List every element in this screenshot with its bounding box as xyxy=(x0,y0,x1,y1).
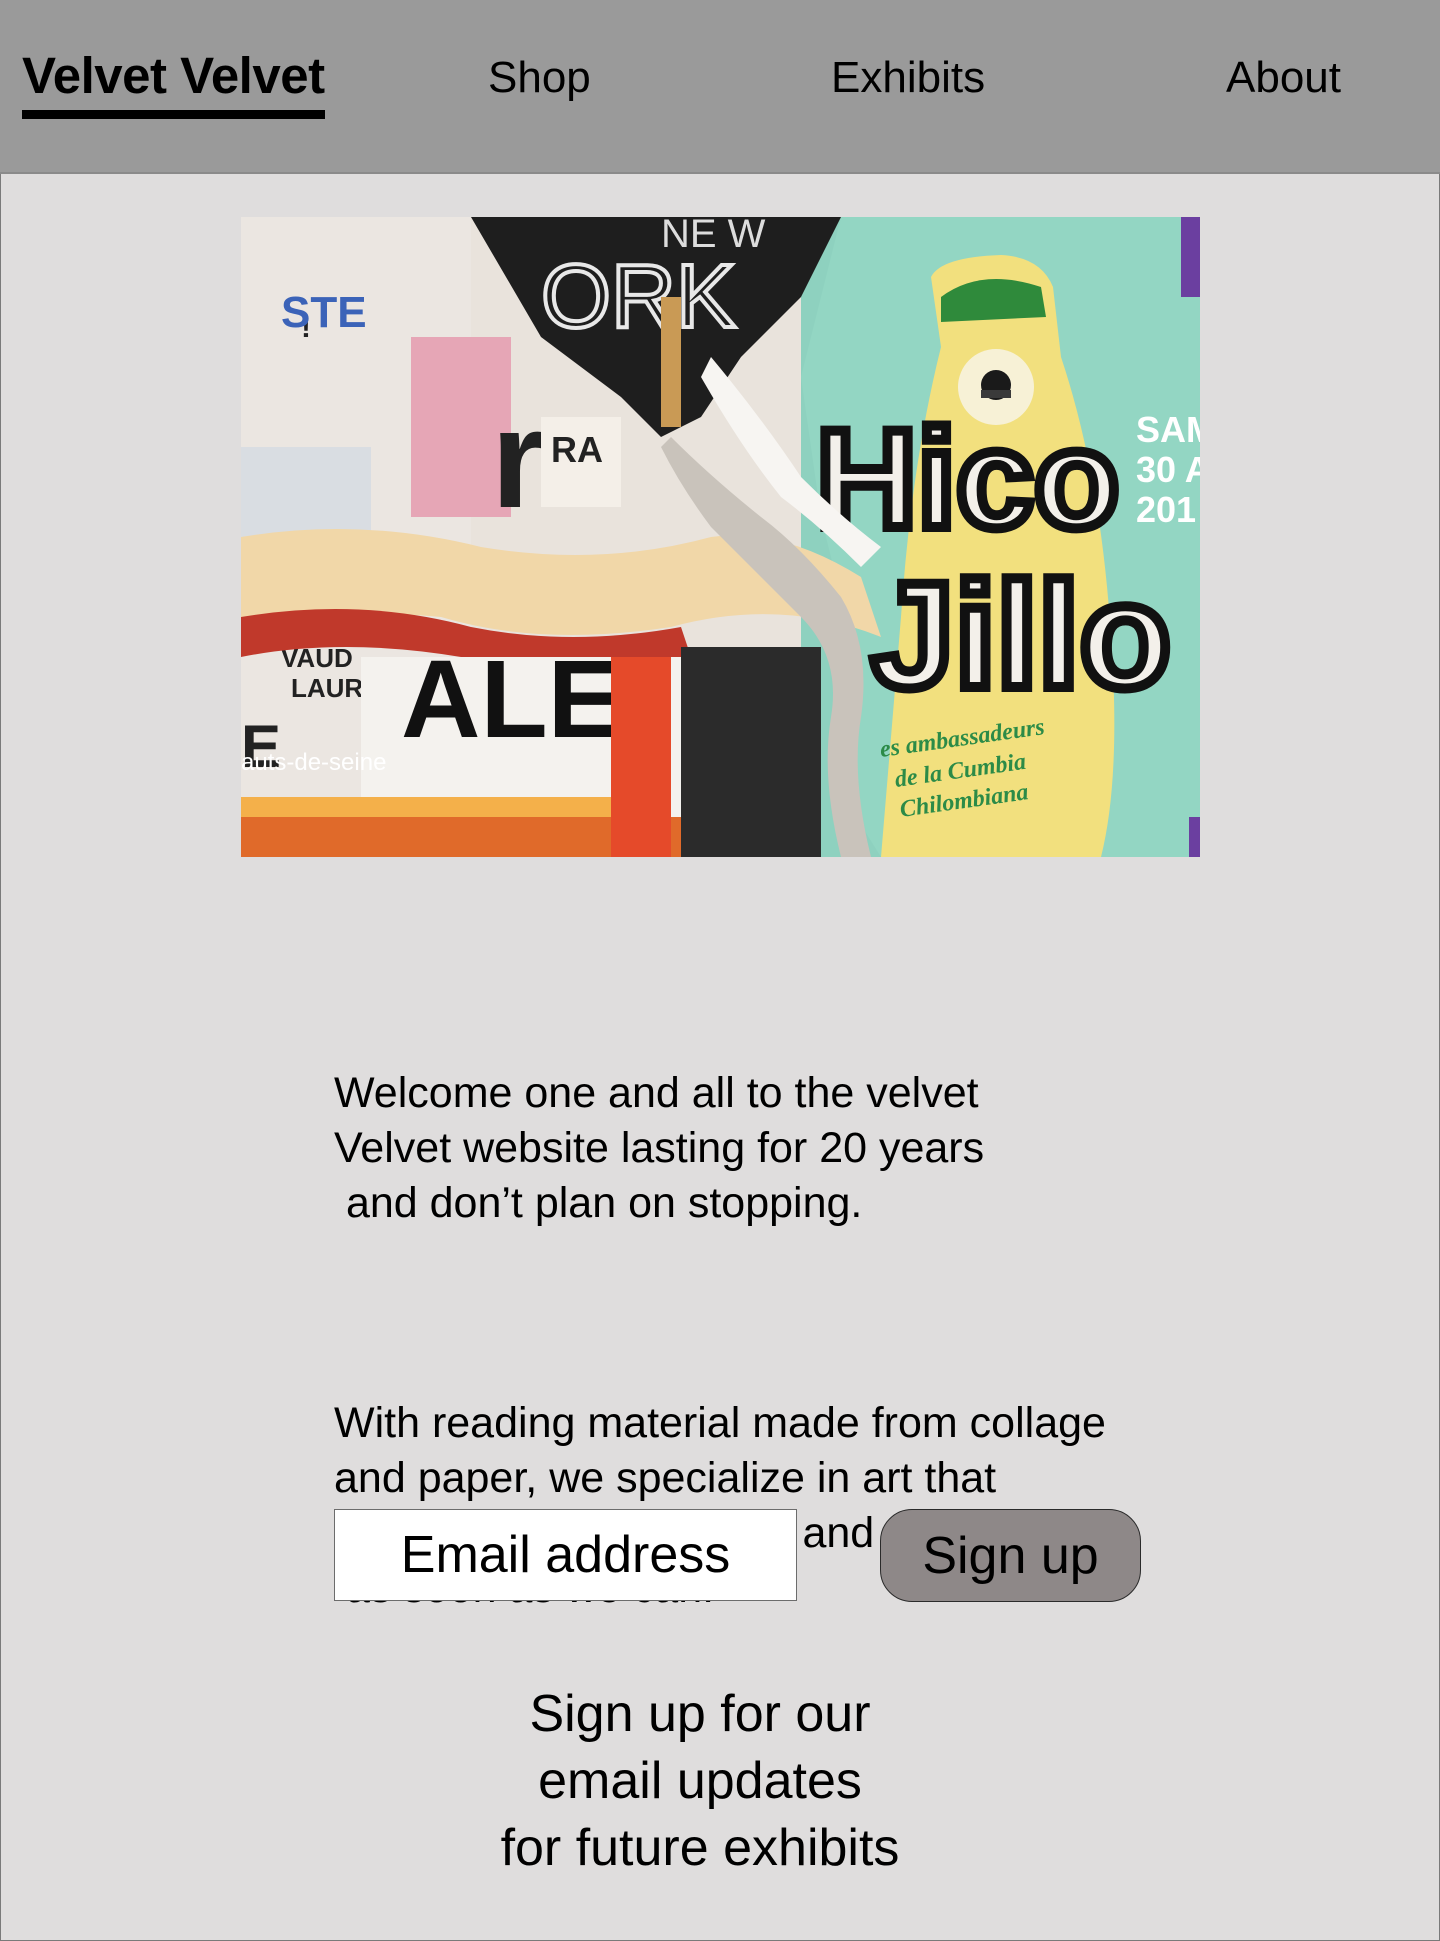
svg-text:30 A: 30 A xyxy=(1136,449,1200,490)
svg-text:SAM: SAM xyxy=(1136,409,1200,450)
hero-collage-graphic: Hico Jillo es ambassadeurs de la Cumbia … xyxy=(241,217,1200,857)
svg-text:201: 201 xyxy=(1136,489,1196,530)
navbar: Velvet Velvet Shop Exhibits About xyxy=(0,0,1440,174)
svg-text:NE W: NE W xyxy=(661,217,766,256)
nav-link-exhibits[interactable]: Exhibits xyxy=(831,50,985,106)
nav-link-about[interactable]: About xyxy=(1226,50,1341,106)
svg-text:Jillo: Jillo xyxy=(871,551,1171,719)
intro-paragraph-1: Welcome one and all to the velvet Velvet… xyxy=(334,1069,985,1227)
sign-up-button[interactable]: Sign up xyxy=(880,1509,1141,1602)
svg-text:STE: STE xyxy=(281,288,367,337)
svg-text:r: r xyxy=(491,380,545,537)
hero-image: Hico Jillo es ambassadeurs de la Cumbia … xyxy=(241,217,1200,857)
signup-note: Sign up for our email updates for future… xyxy=(500,1685,900,1877)
svg-text:ORK: ORK xyxy=(541,247,736,347)
nav-link-shop[interactable]: Shop xyxy=(488,50,591,106)
svg-text:RA: RA xyxy=(551,429,603,470)
svg-text:ALE: ALE xyxy=(401,638,621,761)
svg-text:auts-de-seine: auts-de-seine xyxy=(241,749,386,776)
brand-logo-link[interactable]: Velvet Velvet xyxy=(22,44,325,119)
email-field[interactable] xyxy=(334,1509,797,1601)
